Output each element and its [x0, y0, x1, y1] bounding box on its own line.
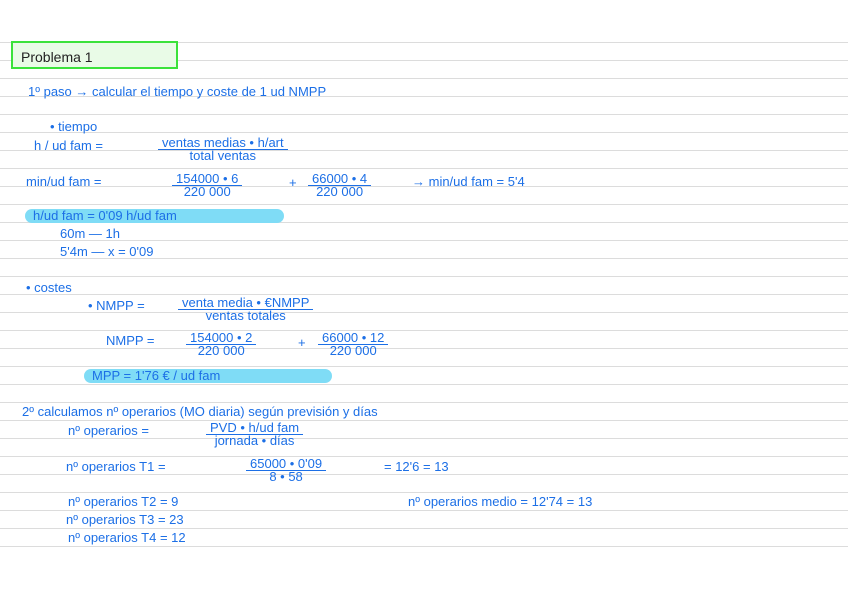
plus-sign: + — [289, 175, 297, 190]
medio-line: nº operarios medio = 12'74 = 13 — [408, 494, 593, 509]
calc-lhs: NMPP = — [106, 333, 155, 348]
denominator: 220 000 — [197, 343, 245, 358]
tiempo-bullet: • tiempo — [50, 119, 98, 134]
tiempo-formula-lhs: h / ud fam = — [34, 138, 104, 153]
t1-result: = 12'6 = 13 — [384, 459, 449, 474]
costes-formula-lhs: • NMPP = — [88, 298, 145, 313]
t1-fraction: 65000 • 0'09 8 • 58 — [246, 457, 327, 484]
denominator: 8 • 58 — [269, 469, 303, 484]
page-title: Problema 1 — [21, 49, 93, 65]
step1-heading: 1º paso → calcular el tiempo y coste de … — [28, 84, 327, 99]
denominator: 220 000 — [316, 184, 364, 199]
step2-formula-fraction: PVD • h/ud fam jornada • días — [206, 421, 304, 448]
t4-line: nº operarios T4 = 12 — [68, 530, 186, 545]
step2-formula-lhs: nº operarios = — [68, 423, 149, 438]
min-fraction-2: 66000 • 4 220 000 — [308, 172, 372, 199]
denominator: total ventas — [189, 148, 257, 163]
step2-heading: 2º calculamos nº operarios (MO diaria) s… — [22, 404, 378, 419]
t2-line: nº operarios T2 = 9 — [68, 494, 179, 509]
plus-sign: + — [298, 335, 306, 350]
t1-lhs: nº operarios T1 = — [66, 459, 166, 474]
tiempo-highlight: h/ud fam = 0'09 h/ud fam — [25, 209, 284, 223]
costes-formula-fraction: venta media • €NMPP ventas totales — [178, 296, 314, 323]
costes-highlight: MPP = 1'76 € / ud fam — [84, 369, 332, 383]
costes-bullet: • costes — [26, 280, 72, 295]
denominator: jornada • días — [214, 433, 295, 448]
rule-line-2: 5'4m — x = 0'09 — [60, 244, 154, 259]
tiempo-formula-fraction: ventas medias • h/art total ventas — [158, 136, 288, 163]
calc-fraction-2: 66000 • 12 220 000 — [318, 331, 389, 358]
denominator: 220 000 — [329, 343, 377, 358]
min-lhs: min/ud fam = — [26, 174, 102, 189]
rule-line-1: 60m — 1h — [60, 226, 120, 241]
denominator: 220 000 — [183, 184, 231, 199]
min-result: → min/ud fam = 5'4 — [412, 174, 525, 189]
denominator: ventas totales — [205, 308, 286, 323]
calc-fraction-1: 154000 • 2 220 000 — [186, 331, 257, 358]
title-box: Problema 1 — [11, 41, 178, 69]
min-fraction-1: 154000 • 6 220 000 — [172, 172, 243, 199]
t3-line: nº operarios T3 = 23 — [66, 512, 184, 527]
notebook-page: Problema 1 1º paso → calcular el tiempo … — [0, 0, 848, 599]
